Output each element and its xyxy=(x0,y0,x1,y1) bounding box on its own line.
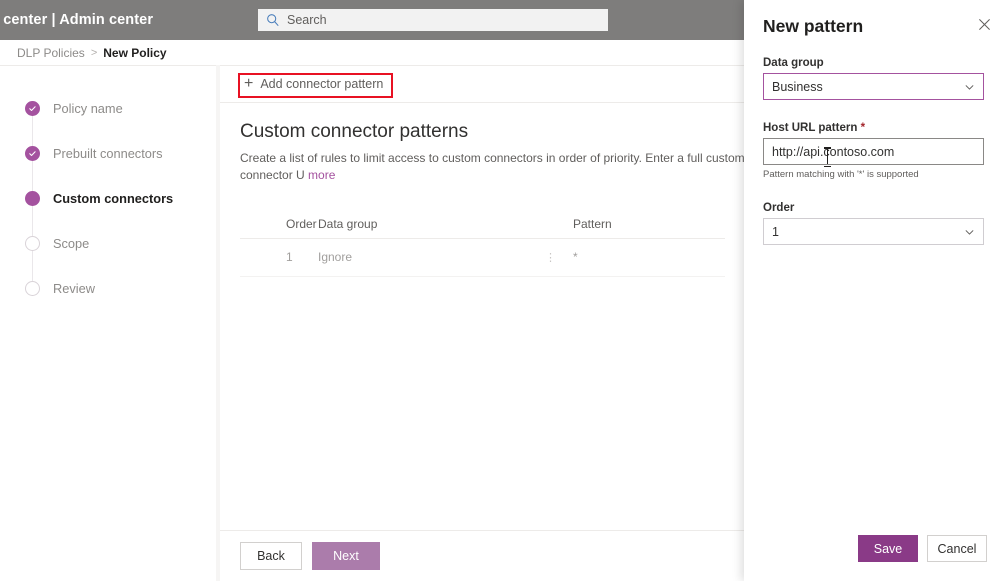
cell-pattern: * xyxy=(573,250,578,265)
close-panel-button[interactable] xyxy=(976,16,993,33)
order-selected-value: 1 xyxy=(772,224,779,239)
close-icon xyxy=(978,18,991,31)
search-icon xyxy=(266,13,280,27)
breadcrumb-current-new-policy: New Policy xyxy=(103,45,167,60)
next-button[interactable]: Next xyxy=(312,542,380,570)
wizard-step-label: Policy name xyxy=(53,101,123,116)
wizard-step-label: Prebuilt connectors xyxy=(53,146,163,161)
section-description: Create a list of rules to limit access t… xyxy=(240,150,780,185)
add-connector-pattern-label: Add connector pattern xyxy=(260,77,384,91)
order-label: Order xyxy=(763,202,795,214)
new-pattern-panel: New pattern Data group Business Host URL… xyxy=(744,0,1007,581)
row-overflow-menu-button[interactable]: ⋮ xyxy=(528,250,573,264)
plus-icon: + xyxy=(244,75,254,92)
search-placeholder-text: Search xyxy=(287,13,327,27)
data-group-label: Data group xyxy=(763,57,824,69)
breadcrumb: DLP Policies > New Policy xyxy=(0,40,745,65)
panel-action-buttons: Save Cancel xyxy=(858,535,987,562)
step-status-todo-icon xyxy=(25,281,40,296)
suite-header: min center | Admin center Search xyxy=(0,0,745,40)
column-header-order: Order xyxy=(286,217,317,232)
wizard-step-label: Custom connectors xyxy=(53,191,174,206)
main-content-card: + Add connector pattern Custom connector… xyxy=(220,65,745,581)
add-connector-pattern-button[interactable]: + Add connector pattern xyxy=(240,71,391,97)
learn-more-link[interactable]: more xyxy=(308,168,335,182)
data-group-selected-value: Business xyxy=(772,79,823,94)
text-cursor-icon xyxy=(824,147,831,167)
search-input[interactable]: Search xyxy=(258,9,608,31)
host-url-field: Host URL pattern * Pattern matching with… xyxy=(744,122,1007,180)
wizard-footer: Back Next xyxy=(220,530,745,581)
command-bar: + Add connector pattern xyxy=(220,66,745,103)
page-title: Custom connector patterns xyxy=(240,121,469,142)
table-row[interactable]: 1 Ignore ⋮ * xyxy=(240,239,725,277)
custom-connector-patterns-section: Custom connector patterns Create a list … xyxy=(220,103,745,277)
wizard-step-label: Scope xyxy=(53,236,90,251)
cell-data-group: Ignore xyxy=(318,250,353,265)
data-group-select[interactable]: Business xyxy=(763,73,984,100)
table-header-row: Order Data group Pattern xyxy=(240,211,725,239)
wizard-rail: Policy name Prebuilt connectors Custom c… xyxy=(0,65,216,581)
order-field: Order 1 xyxy=(744,202,1007,245)
breadcrumb-link-dlp-policies[interactable]: DLP Policies xyxy=(17,46,85,60)
step-status-current-icon xyxy=(25,191,40,206)
step-status-todo-icon xyxy=(25,236,40,251)
more-vertical-icon: ⋮ xyxy=(545,252,556,265)
chevron-down-icon xyxy=(964,81,975,92)
data-group-field: Data group Business xyxy=(744,57,1007,100)
suite-title: min center | Admin center xyxy=(0,12,154,28)
panel-title: New pattern xyxy=(763,16,864,36)
step-status-done-icon xyxy=(25,146,40,161)
panel-header: New pattern xyxy=(744,0,1007,37)
cancel-button[interactable]: Cancel xyxy=(927,535,987,562)
column-header-pattern: Pattern xyxy=(573,217,612,232)
patterns-table: Order Data group Pattern 1 Ignore ⋮ * xyxy=(240,211,725,277)
wizard-step-label: Review xyxy=(53,281,95,296)
required-marker: * xyxy=(860,122,866,134)
back-button[interactable]: Back xyxy=(240,542,302,570)
host-url-label-text: Host URL pattern xyxy=(763,122,858,134)
host-url-hint: Pattern matching with '*' is supported xyxy=(763,169,919,180)
app-root: min center | Admin center Search DLP Pol… xyxy=(0,0,1007,581)
order-select[interactable]: 1 xyxy=(763,218,984,245)
step-status-done-icon xyxy=(25,101,40,116)
chevron-down-icon xyxy=(964,226,975,237)
host-url-label: Host URL pattern * xyxy=(763,122,984,134)
column-header-data-group: Data group xyxy=(318,217,378,232)
save-button[interactable]: Save xyxy=(858,535,918,562)
breadcrumb-separator-icon: > xyxy=(90,46,98,59)
host-url-input[interactable] xyxy=(763,138,984,165)
cell-order: 1 xyxy=(286,250,293,265)
